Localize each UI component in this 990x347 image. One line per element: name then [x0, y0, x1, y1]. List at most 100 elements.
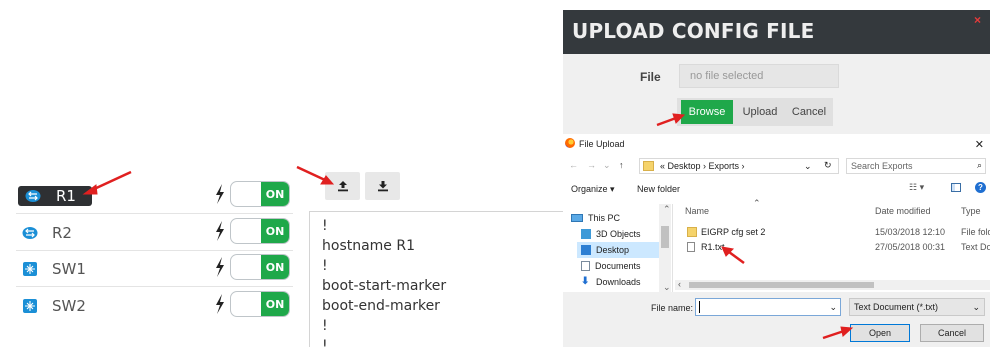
toggle-on-label: ON [261, 255, 289, 279]
chevron-down-icon[interactable]: ⌄ [829, 302, 837, 313]
cancel-button[interactable]: Cancel [920, 324, 984, 342]
nav-scrollbar[interactable] [659, 204, 671, 292]
close-icon[interactable]: × [974, 13, 981, 27]
config-line: ! [322, 338, 328, 347]
toggle-on-label: ON [261, 292, 289, 316]
upload-config-button[interactable] [325, 172, 360, 200]
nav-item-3d-objects[interactable]: 3D Objects [577, 226, 659, 242]
up-arrow-icon[interactable]: ↑ [619, 160, 624, 170]
cube-icon [581, 229, 591, 239]
column-header-type[interactable]: Type [961, 206, 981, 216]
config-line: ! [322, 258, 328, 274]
upload-dialog-title: UPLOAD CONFIG FILE [572, 19, 815, 43]
open-button[interactable]: Open [850, 324, 910, 342]
power-toggle[interactable]: ON [230, 218, 290, 244]
close-icon[interactable]: ✕ [975, 138, 984, 151]
window-title: File Upload [579, 139, 625, 149]
document-icon [581, 261, 590, 271]
filetype-value: Text Document (*.txt) [854, 302, 939, 312]
text-file-icon [687, 242, 695, 252]
file-name: EIGRP cfg set 2 [701, 227, 766, 237]
router-icon [22, 225, 38, 241]
nav-item-documents[interactable]: Documents [577, 258, 659, 274]
folder-icon [687, 227, 697, 237]
chevron-down-icon: ⌄ [972, 302, 980, 312]
switch-icon [22, 261, 38, 277]
text-caret [699, 301, 700, 313]
file-label: File [640, 70, 661, 84]
refresh-icon[interactable]: ↻ [824, 160, 832, 171]
file-dialog-footer: File name: ⌄ Text Document (*.txt) ⌄ Ope… [563, 292, 990, 347]
column-header-date[interactable]: Date modified [875, 206, 931, 216]
file-list-hscrollbar[interactable]: ‹ [675, 279, 990, 290]
file-row-folder[interactable]: EIGRP cfg set 2 15/03/2018 12:10 File fo… [683, 226, 990, 240]
filename-label: File name: [651, 303, 694, 313]
annotation-arrow-upload [296, 165, 326, 182]
node-name: SW2 [52, 297, 86, 315]
node-row-sw1[interactable]: SW1 ON [16, 251, 293, 287]
upload-dialog-header: UPLOAD CONFIG FILE × [563, 10, 990, 54]
config-line: hostname R1 [322, 238, 416, 254]
nav-item-this-pc[interactable]: This PC [567, 210, 661, 226]
node-name: R2 [52, 223, 72, 242]
chevron-down-icon[interactable]: ⌄ [603, 160, 611, 171]
file-type: Text Do [961, 242, 990, 252]
node-row-r1[interactable]: R1 ON [16, 178, 293, 214]
power-toggle[interactable]: ON [230, 291, 290, 317]
switch-icon [22, 298, 38, 314]
power-toggle[interactable]: ON [230, 181, 290, 207]
file-field[interactable]: no file selected [679, 64, 839, 88]
node-row-sw2[interactable]: SW2 ON [16, 288, 293, 324]
browse-button[interactable]: Browse [681, 100, 733, 124]
chevron-up-icon[interactable]: ⌃ [663, 204, 671, 215]
scrollbar-thumb[interactable] [661, 226, 669, 248]
nav-item-label: Downloads [596, 277, 641, 287]
search-placeholder: Search Exports [851, 161, 913, 171]
address-row: ← → ⌄ ↑ « Desktop › Exports › ⌄ ↻ Search… [563, 156, 990, 176]
router-icon [25, 188, 41, 204]
nav-item-desktop[interactable]: Desktop [577, 242, 659, 258]
navigation-pane: This PC 3D Objects Desktop Documents ⬇ D… [563, 204, 673, 292]
view-options-icon[interactable]: ☷ ▾ [909, 182, 924, 193]
power-icon [216, 184, 224, 204]
file-row-r1[interactable]: R1.txt 27/05/2018 00:31 Text Do [683, 241, 990, 255]
nav-item-label: Desktop [596, 245, 630, 255]
address-bar[interactable]: « Desktop › Exports › ⌄ ↻ [639, 158, 839, 174]
config-editor[interactable]: ! hostname R1 ! boot-start-marker boot-e… [309, 211, 567, 347]
back-arrow-icon[interactable]: ← [569, 160, 578, 170]
chevron-down-icon[interactable]: ⌄ [804, 161, 812, 172]
file-upload-window: File Upload ✕ ← → ⌄ ↑ « Desktop › Export… [563, 134, 990, 347]
toggle-on-label: ON [261, 219, 289, 243]
power-toggle[interactable]: ON [230, 254, 290, 280]
file-name: R1.txt [701, 242, 725, 252]
upload-button[interactable]: Upload [738, 100, 782, 124]
cancel-button[interactable]: Cancel [788, 100, 830, 124]
download-arrow-icon: ⬇ [581, 276, 590, 287]
nav-item-downloads[interactable]: ⬇ Downloads [577, 274, 659, 290]
firefox-icon [565, 138, 575, 148]
column-header-name[interactable]: Name [685, 206, 709, 216]
window-titlebar: File Upload ✕ [563, 134, 990, 154]
node-row-r2[interactable]: R2 ON [16, 215, 293, 251]
power-icon [216, 294, 224, 314]
file-date: 27/05/2018 00:31 [875, 242, 946, 252]
search-input[interactable]: Search Exports ⌕ [846, 158, 986, 174]
chevron-left-icon[interactable]: ‹ [678, 279, 681, 289]
help-icon[interactable]: ? [975, 182, 986, 193]
config-line: boot-end-marker [322, 298, 440, 314]
power-icon [216, 221, 224, 241]
scrollbar-thumb[interactable] [689, 282, 874, 288]
organize-menu[interactable]: Organize ▾ [571, 184, 615, 195]
preview-pane-icon[interactable] [951, 183, 961, 192]
config-line: ! [322, 218, 328, 234]
file-type: File fold [961, 227, 990, 237]
forward-arrow-icon[interactable]: → [587, 160, 596, 170]
new-folder-button[interactable]: New folder [637, 184, 680, 194]
breadcrumb[interactable]: « Desktop › Exports › [660, 161, 745, 171]
config-line: ! [322, 318, 328, 334]
download-config-button[interactable] [365, 172, 400, 200]
computer-icon [571, 214, 583, 222]
filetype-select[interactable]: Text Document (*.txt) ⌄ [849, 298, 985, 316]
power-icon [216, 257, 224, 277]
filename-input[interactable]: ⌄ [695, 298, 841, 316]
